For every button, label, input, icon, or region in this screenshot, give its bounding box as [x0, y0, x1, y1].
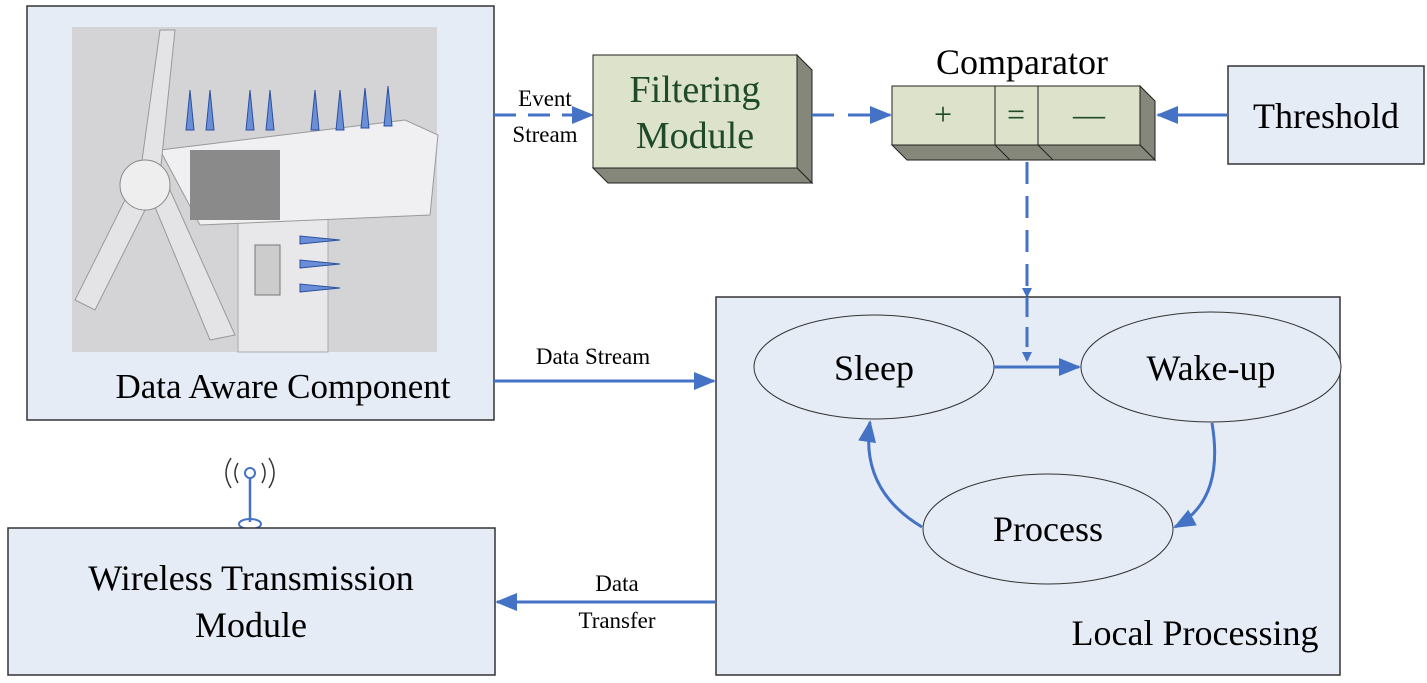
filtering-label-1: Filtering	[630, 69, 761, 111]
data-stream-label: Data Stream	[536, 344, 650, 369]
sleep-label: Sleep	[834, 348, 914, 388]
process-label: Process	[993, 509, 1103, 549]
threshold-box: Threshold	[1227, 65, 1425, 165]
comparator: Comparator + = —	[890, 42, 1157, 162]
threshold-label: Threshold	[1253, 96, 1399, 136]
local-processing-label: Local Processing	[1072, 613, 1319, 653]
data-transfer-label-1: Data	[595, 571, 638, 596]
data-aware-label: Data Aware Component	[115, 367, 450, 406]
wireless-label-2: Module	[195, 605, 307, 645]
data-aware-component: Data Aware Component	[26, 5, 495, 421]
comparator-minus: —	[1072, 96, 1106, 132]
comparator-equals: =	[1007, 96, 1025, 132]
comparator-title: Comparator	[936, 42, 1108, 82]
filtering-label-2: Module	[636, 115, 754, 157]
local-processing: Sleep Wake-up Process Local Processing	[715, 296, 1342, 676]
wakeup-label: Wake-up	[1146, 348, 1275, 388]
wind-turbine-image	[72, 27, 439, 353]
wireless-label-1: Wireless Transmission	[88, 558, 414, 598]
wireless-transmission-module: Wireless Transmission Module	[7, 527, 496, 676]
architecture-diagram: Data Aware Component Event Stream Filter…	[7, 5, 1425, 676]
event-stream-label-1: Event	[518, 86, 572, 111]
antenna-icon	[225, 457, 275, 530]
filtering-module: Filtering Module	[591, 53, 814, 185]
comparator-plus: +	[934, 96, 952, 132]
event-stream-label-2: Stream	[512, 122, 577, 147]
data-transfer-label-2: Transfer	[578, 608, 655, 633]
